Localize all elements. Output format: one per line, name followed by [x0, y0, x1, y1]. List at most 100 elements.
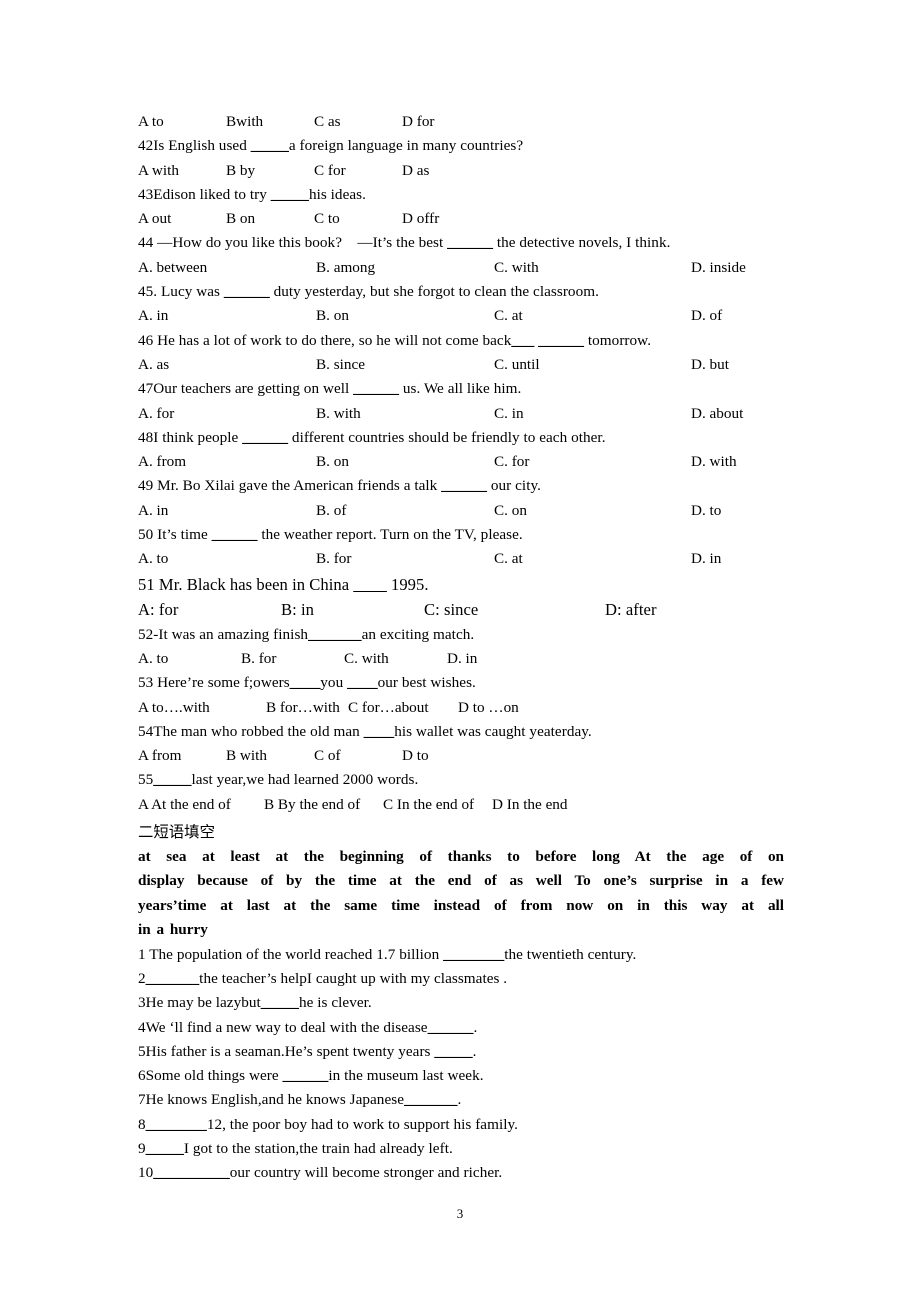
stem-text-pre: 48I think people — [138, 428, 243, 446]
option-b[interactable]: B with — [226, 744, 314, 768]
stem-text-pre: 6Some old things were — [138, 1067, 283, 1085]
stem-text-pre: 7He knows English,and he knows Japanese — [138, 1091, 404, 1109]
answer-blank[interactable]: ____ — [353, 575, 386, 594]
stem-text-post: a foreign language in many countries? — [288, 137, 524, 155]
answer-blank[interactable]: ______ — [441, 477, 487, 494]
option-b[interactable]: B By the end of — [264, 793, 383, 817]
worksheet-content: A to Bwith C as D for 42Is English used ___… — [138, 110, 784, 1186]
answer-blank[interactable]: _______ — [404, 1091, 458, 1108]
option-b[interactable]: B. on — [316, 304, 494, 328]
stem-text-post: 12, the poor boy had to work to support … — [206, 1115, 518, 1133]
fill-blank-item-6: 6Some old things were ______in the museu… — [138, 1064, 784, 1088]
option-a[interactable]: A. from — [138, 450, 316, 474]
option-a[interactable]: A. between — [138, 256, 316, 280]
answer-blank[interactable]: _______ — [146, 970, 200, 987]
option-c[interactable]: C to — [314, 207, 402, 231]
option-a[interactable]: A At the end of — [138, 793, 264, 817]
option-a[interactable]: A. for — [138, 402, 316, 426]
option-b[interactable]: B. among — [316, 256, 494, 280]
option-b[interactable]: B by — [226, 159, 314, 183]
option-d[interactable]: D In the end — [492, 793, 618, 817]
option-c[interactable]: C. on — [494, 499, 691, 523]
option-b[interactable]: B. on — [316, 450, 494, 474]
answer-blank-1[interactable]: ___ — [511, 332, 534, 349]
option-c[interactable]: C of — [314, 744, 402, 768]
option-a[interactable]: A. in — [138, 499, 316, 523]
option-d[interactable]: D to — [402, 744, 490, 768]
option-a[interactable]: A to….with — [138, 696, 266, 720]
option-d[interactable]: D. in — [447, 647, 550, 671]
option-d[interactable]: D. to — [691, 499, 869, 523]
option-d[interactable]: D. inside — [691, 256, 869, 280]
option-b[interactable]: B. for — [241, 647, 344, 671]
option-d[interactable]: D. in — [691, 547, 869, 571]
fill-blank-item-2: 2_______the teacher’s helpI caught up wi… — [138, 967, 784, 991]
option-c[interactable]: C. at — [494, 547, 691, 571]
option-b[interactable]: B. for — [316, 547, 494, 571]
option-a[interactable]: A. to — [138, 647, 241, 671]
option-a[interactable]: A out — [138, 207, 226, 231]
answer-blank[interactable]: ______ — [353, 380, 399, 397]
option-b[interactable]: B. since — [316, 353, 494, 377]
option-d[interactable]: D to …on — [458, 696, 586, 720]
answer-blank[interactable]: ______ — [428, 1019, 474, 1036]
stem-text-pre: 10 — [138, 1164, 154, 1182]
option-c[interactable]: C. for — [494, 450, 691, 474]
option-d[interactable]: D. but — [691, 353, 869, 377]
answer-blank[interactable]: _______ — [308, 626, 362, 643]
answer-blank[interactable]: ______ — [242, 429, 288, 446]
answer-blank[interactable]: ______ — [212, 526, 258, 543]
answer-blank-2[interactable]: ______ — [538, 332, 584, 349]
option-b[interactable]: B. of — [316, 499, 494, 523]
answer-blank[interactable]: _____ — [153, 771, 191, 788]
option-c[interactable]: C. at — [494, 304, 691, 328]
options-row-q49: A. in B. of C. on D. to — [138, 499, 784, 523]
option-b[interactable]: B: in — [281, 597, 424, 623]
answer-blank[interactable]: ______ — [447, 234, 493, 251]
stem-text-post: . — [473, 1018, 478, 1036]
option-c[interactable]: C. until — [494, 353, 691, 377]
answer-blank[interactable]: _____ — [261, 994, 299, 1011]
answer-blank[interactable]: _____ — [271, 186, 309, 203]
answer-blank[interactable]: ____ — [364, 723, 395, 740]
option-a[interactable]: A with — [138, 159, 226, 183]
option-c[interactable]: C. with — [344, 647, 447, 671]
option-a[interactable]: A from — [138, 744, 226, 768]
option-b[interactable]: B for…with — [266, 696, 348, 720]
option-b[interactable]: B on — [226, 207, 314, 231]
option-d[interactable]: D. with — [691, 450, 869, 474]
answer-blank[interactable]: ________ — [443, 946, 504, 963]
stem-text-pre: 50 It’s time — [138, 526, 212, 544]
answer-blank[interactable]: _____ — [251, 137, 289, 154]
stem-text-pre: 9 — [138, 1140, 146, 1158]
stem-text-mid: you — [320, 674, 348, 692]
answer-blank[interactable]: ________ — [146, 1116, 207, 1133]
option-a[interactable]: A. to — [138, 547, 316, 571]
stem-text-post: our city. — [487, 477, 541, 495]
stem-text-pre: 54The man who robbed the old man — [138, 722, 364, 740]
option-d[interactable]: D. of — [691, 304, 869, 328]
answer-blank[interactable]: ______ — [224, 283, 270, 300]
option-d[interactable]: D offr — [402, 207, 490, 231]
answer-blank[interactable]: _____ — [146, 1140, 184, 1157]
option-d[interactable]: D: after — [605, 597, 748, 623]
answer-blank[interactable]: __________ — [153, 1164, 229, 1181]
option-c[interactable]: C for — [314, 159, 402, 183]
answer-blank[interactable]: _____ — [434, 1043, 472, 1060]
option-c[interactable]: C. with — [494, 256, 691, 280]
answer-blank-1[interactable]: ____ — [290, 674, 321, 691]
answer-blank[interactable]: ______ — [283, 1067, 329, 1084]
answer-blank-2[interactable]: ____ — [347, 674, 378, 691]
options-row-q42: A with B by C for D as — [138, 159, 784, 183]
option-a[interactable]: A. in — [138, 304, 316, 328]
option-a[interactable]: A: for — [138, 597, 281, 623]
option-b[interactable]: B. with — [316, 402, 494, 426]
option-a[interactable]: A. as — [138, 353, 316, 377]
option-c[interactable]: C. in — [494, 402, 691, 426]
option-c[interactable]: C: since — [424, 597, 605, 623]
option-d[interactable]: D. about — [691, 402, 869, 426]
option-c[interactable]: C In the end of — [383, 793, 492, 817]
option-c[interactable]: C for…about — [348, 696, 458, 720]
stem-text-post: . — [457, 1091, 462, 1109]
option-d[interactable]: D as — [402, 159, 490, 183]
